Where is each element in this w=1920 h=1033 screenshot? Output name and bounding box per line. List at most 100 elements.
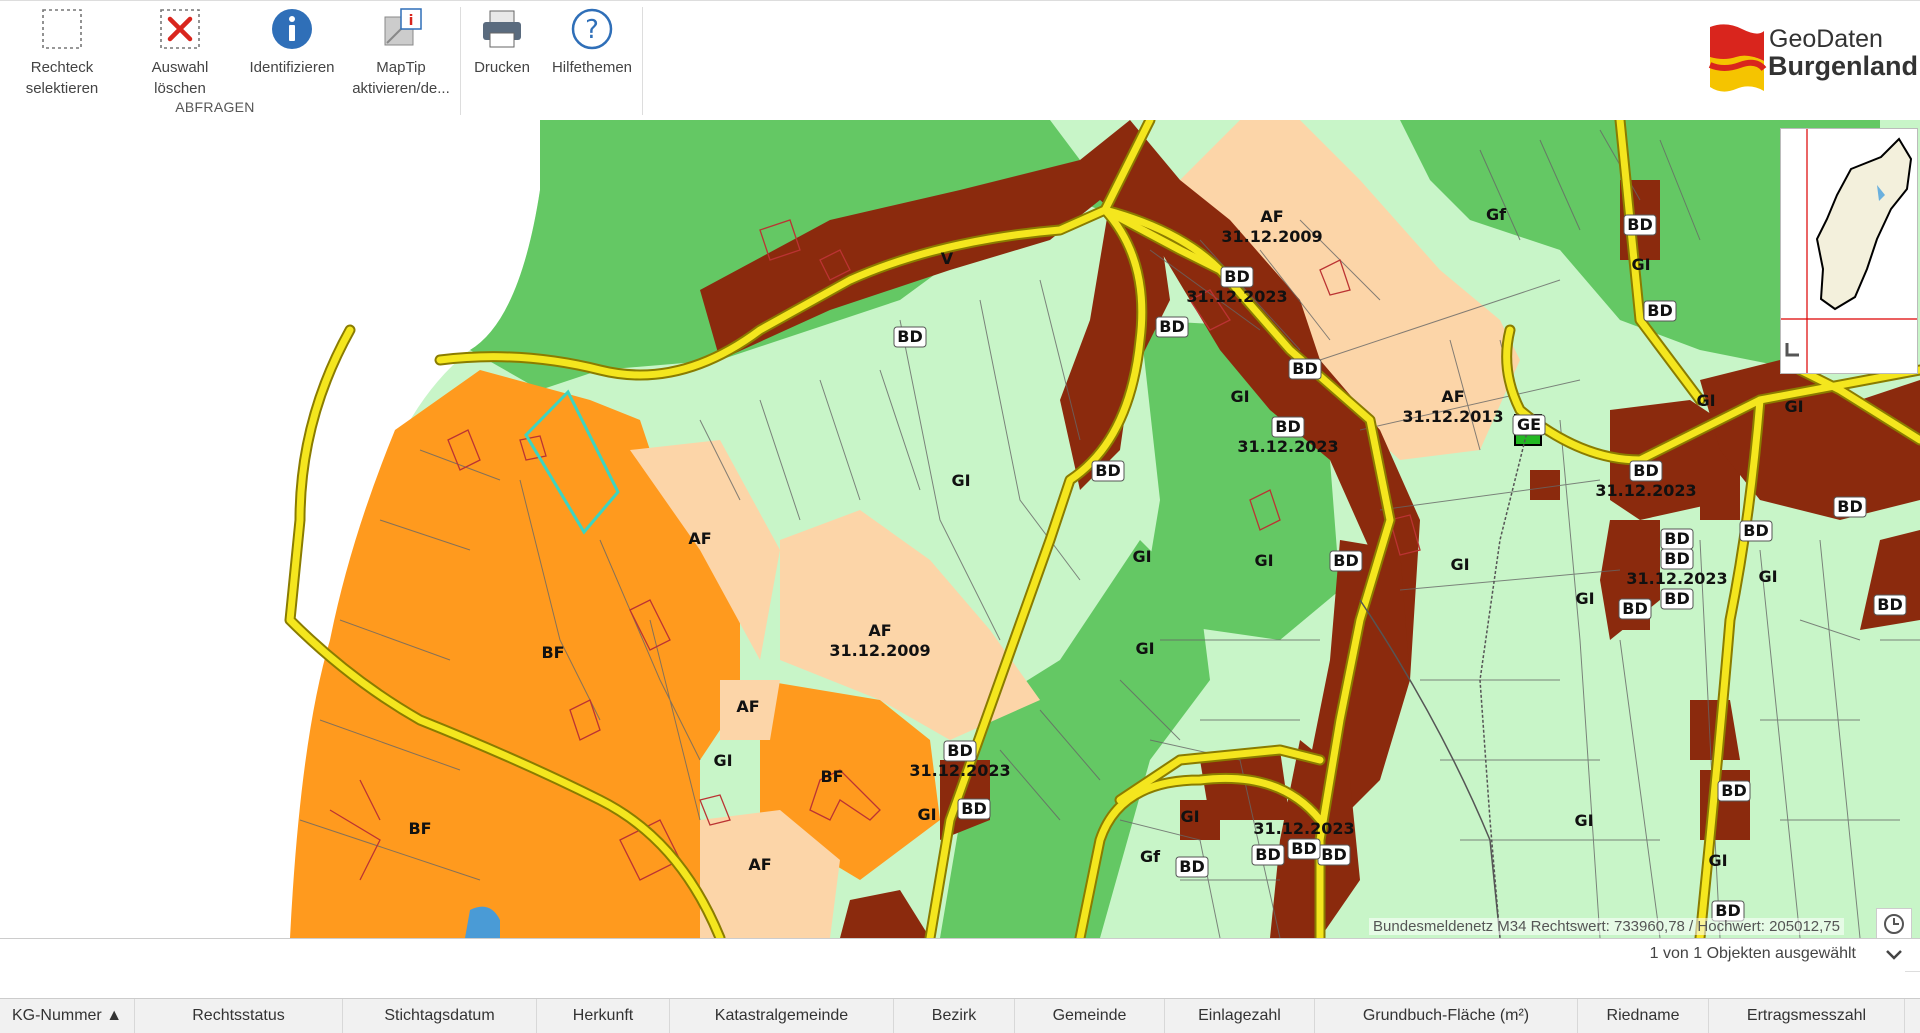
selection-count-text: 1 von 1 Objekten ausgewählt xyxy=(1649,945,1856,962)
map-label: GI xyxy=(1254,551,1273,570)
chevron-down-icon[interactable] xyxy=(1882,943,1906,967)
clock-icon xyxy=(1884,914,1904,934)
map-label-text: BD xyxy=(1721,781,1746,800)
column-header-bezirk[interactable]: Bezirk xyxy=(894,999,1015,1033)
map-label-text: BD xyxy=(1664,549,1689,568)
map-label: 31.12.2009 xyxy=(1221,227,1322,246)
map-label-text: BD xyxy=(1622,599,1647,618)
identify-button[interactable]: Identifizieren xyxy=(242,7,342,78)
map-label: Gf xyxy=(1486,205,1507,224)
map-label: BD xyxy=(1833,496,1867,518)
map-label: GI xyxy=(1135,639,1154,658)
map-label: AF xyxy=(736,697,759,716)
map-canvas[interactable]: V BD AF 31.12.2009 BD 31.12.2023 BD BD GI BD 31.12… xyxy=(0,120,1920,938)
map-label-text: BD xyxy=(961,799,986,818)
column-header-gemeinde[interactable]: Gemeinde xyxy=(1015,999,1165,1033)
column-header-stichtagsdatum[interactable]: Stichtagsdatum xyxy=(343,999,537,1033)
column-header-katastralgemeinde[interactable]: Katastralgemeinde xyxy=(670,999,894,1033)
map-label-text: GI xyxy=(1631,255,1650,274)
map-label-text: GI xyxy=(1135,639,1154,658)
map-label-text: GI xyxy=(1784,397,1803,416)
svg-text:i: i xyxy=(409,13,414,29)
print-button[interactable]: Drucken xyxy=(460,7,544,78)
map-label: BF xyxy=(541,643,564,662)
map-label-text: BF xyxy=(408,819,431,838)
map-label-text: 31.12.2023 xyxy=(1626,569,1727,588)
clear-selection-icon xyxy=(160,9,200,49)
selection-status-bar: 1 von 1 Objekten ausgewählt xyxy=(0,938,1920,972)
toolbar-separator xyxy=(642,7,643,115)
map-label: GE xyxy=(1512,414,1546,436)
map-label-text: BD xyxy=(1633,461,1658,480)
map-label: 31.12.2023 xyxy=(1186,287,1287,306)
map-label-text: 31.12.2023 xyxy=(1186,287,1287,306)
map-label: BD xyxy=(957,798,991,820)
map-label-text: BD xyxy=(1159,317,1184,336)
column-header-herkunft[interactable]: Herkunft xyxy=(537,999,670,1033)
map-label: GI xyxy=(1575,589,1594,608)
map-label-text: BD xyxy=(1877,595,1902,614)
map-label: GI xyxy=(917,805,936,824)
map-label-text: BD xyxy=(1179,857,1204,876)
rectangle-select-button[interactable]: Rechteck selektieren xyxy=(14,7,110,99)
map-label: BD xyxy=(1251,844,1285,866)
maptip-button[interactable]: i MapTip aktivieren/de... xyxy=(346,7,456,99)
map-label: 31.12.2023 xyxy=(909,761,1010,780)
column-header-ertragsmesszahl[interactable]: Ertragsmesszahl xyxy=(1709,999,1905,1033)
map-label-text: GI xyxy=(917,805,936,824)
map-label: BD xyxy=(1271,416,1305,438)
svg-text:?: ? xyxy=(585,15,599,45)
maptip-label: MapTip aktivieren/de... xyxy=(352,59,450,97)
overview-minimap[interactable] xyxy=(1780,128,1918,374)
map-label: GI xyxy=(1708,851,1727,870)
map-label-text: GI xyxy=(1450,555,1469,574)
column-header-kg-nummer[interactable]: KG-Nummer ▲ xyxy=(0,999,135,1033)
map-label-text: 31.12.2023 xyxy=(909,761,1010,780)
map-label-text: GI xyxy=(1132,547,1151,566)
map-label-text: BD xyxy=(1837,497,1862,516)
map-label-text: 31.12.2013 xyxy=(1402,407,1503,426)
map-label-text: AF xyxy=(736,697,759,716)
map-label: BD xyxy=(1739,520,1773,542)
map-label: AF xyxy=(1260,207,1283,226)
toolbar-separator xyxy=(460,7,461,115)
map-label: V xyxy=(941,249,954,268)
map-label: BD xyxy=(1660,588,1694,610)
clear-selection-button[interactable]: Auswahl löschen xyxy=(132,7,228,99)
map-label-text: GI xyxy=(1230,387,1249,406)
table-toolbar xyxy=(0,970,1905,998)
map-label: 31.12.2023 xyxy=(1253,819,1354,838)
column-header-grundbuch-flaeche[interactable]: Grundbuch-Fläche (m²) xyxy=(1315,999,1578,1033)
map-label-text: BD xyxy=(1275,417,1300,436)
map-label-text: V xyxy=(941,249,954,268)
map-label-text: GI xyxy=(713,751,732,770)
column-header-rechtsstatus[interactable]: Rechtsstatus xyxy=(135,999,343,1033)
help-label: Hilfethemen xyxy=(551,59,633,76)
map-label: AF xyxy=(688,529,711,548)
map-label: GI xyxy=(951,471,970,490)
map-label-text: BD xyxy=(1255,845,1280,864)
map-label: BD xyxy=(1623,214,1657,236)
map-label-text: GI xyxy=(1254,551,1273,570)
map-label: BD xyxy=(1155,316,1189,338)
column-header-einlagezahl[interactable]: Einlagezahl xyxy=(1165,999,1315,1033)
clear-selection-label: Auswahl löschen xyxy=(151,59,209,97)
map-label-text: GI xyxy=(1575,589,1594,608)
burgenland-overview-icon xyxy=(1781,129,1917,373)
help-icon: ? xyxy=(571,8,613,50)
map-label: BD xyxy=(1091,460,1125,482)
map-label-text: BD xyxy=(1321,845,1346,864)
map-label: BD xyxy=(1717,780,1751,802)
history-button[interactable] xyxy=(1876,908,1912,938)
map-label-text: Gf xyxy=(1486,205,1507,224)
map-label: BF xyxy=(408,819,431,838)
map-label: BD xyxy=(1643,300,1677,322)
help-button[interactable]: ? Hilfethemen xyxy=(546,7,638,78)
map-label: GI xyxy=(1132,547,1151,566)
map-label: 31.12.2023 xyxy=(1595,481,1696,500)
map-label-text: BD xyxy=(1647,301,1672,320)
map-label-text: AF xyxy=(868,621,891,640)
ribbon-toolbar: Rechteck selektieren Auswahl löschen Ide… xyxy=(0,0,1920,121)
column-header-riedname[interactable]: Riedname xyxy=(1578,999,1709,1033)
map-label-text: BF xyxy=(541,643,564,662)
